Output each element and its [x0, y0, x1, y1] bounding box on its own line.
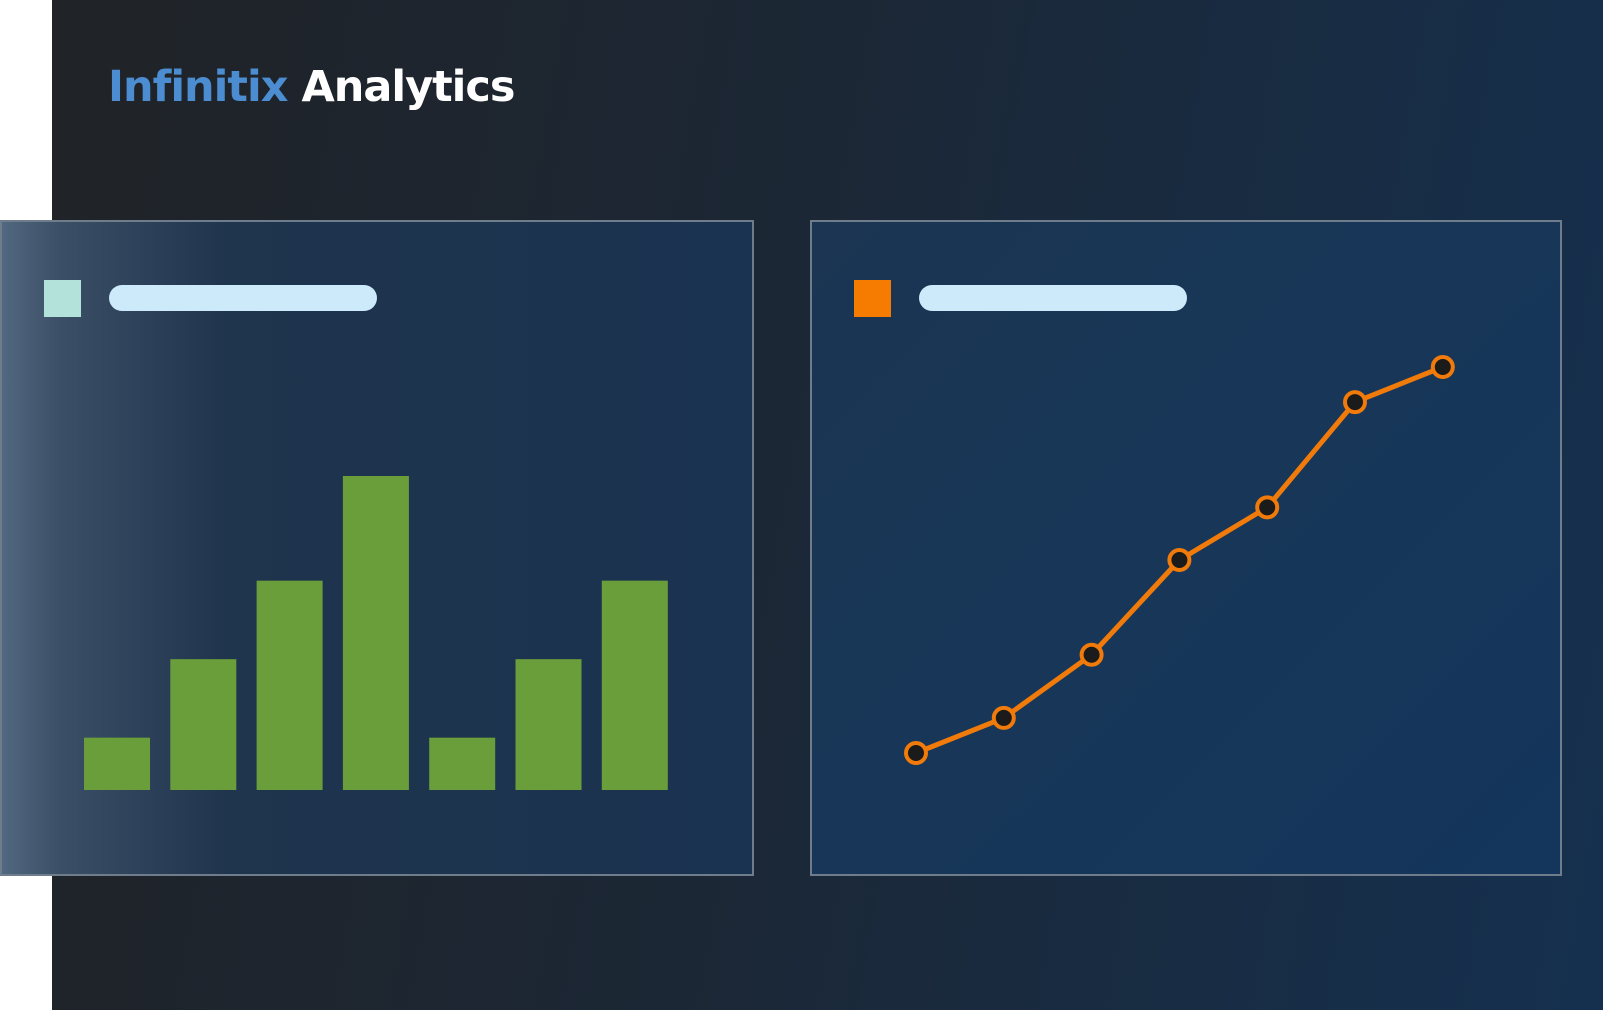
line-chart — [904, 355, 1455, 765]
line-point-7 — [1430, 355, 1455, 379]
line-point-2 — [991, 705, 1016, 730]
line-point-3 — [1079, 642, 1104, 667]
bar-1 — [84, 737, 150, 790]
bar-5 — [429, 737, 496, 790]
bar-chart — [84, 476, 668, 790]
bar-3 — [256, 580, 323, 790]
line-point-4 — [1167, 548, 1192, 572]
brand-name-accent: Infinitix — [108, 62, 288, 112]
brand-title: Infinitix Analytics — [108, 66, 516, 109]
bar-7 — [601, 580, 668, 790]
line-point-1 — [904, 741, 928, 765]
line-chart-panel — [810, 220, 1562, 876]
bar-4 — [342, 476, 409, 790]
brand-name-main: Analytics — [301, 62, 515, 112]
line-point-6 — [1343, 390, 1367, 415]
bar-2 — [170, 659, 237, 790]
bar-6 — [515, 659, 582, 790]
bar-chart-panel — [0, 220, 754, 876]
line-point-5 — [1255, 495, 1280, 520]
